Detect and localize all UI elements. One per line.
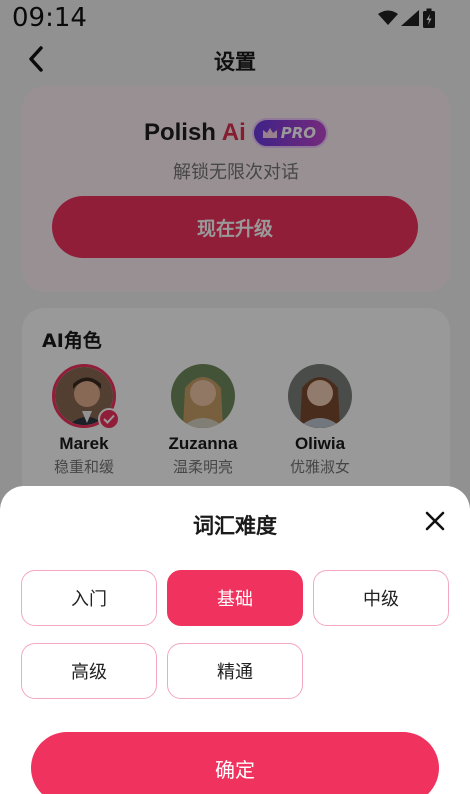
- difficulty-sheet: 词汇难度 入门 基础 中级 高级 精通 确定: [0, 486, 470, 794]
- confirm-button[interactable]: 确定: [31, 732, 439, 794]
- option-basic[interactable]: 基础: [167, 570, 303, 626]
- close-button[interactable]: [422, 508, 448, 534]
- option-beginner[interactable]: 入门: [21, 570, 157, 626]
- option-intermediate[interactable]: 中级: [313, 570, 449, 626]
- sheet-title: 词汇难度: [193, 514, 277, 538]
- option-advanced[interactable]: 高级: [21, 643, 157, 699]
- option-proficient[interactable]: 精通: [167, 643, 303, 699]
- close-icon: [425, 511, 445, 531]
